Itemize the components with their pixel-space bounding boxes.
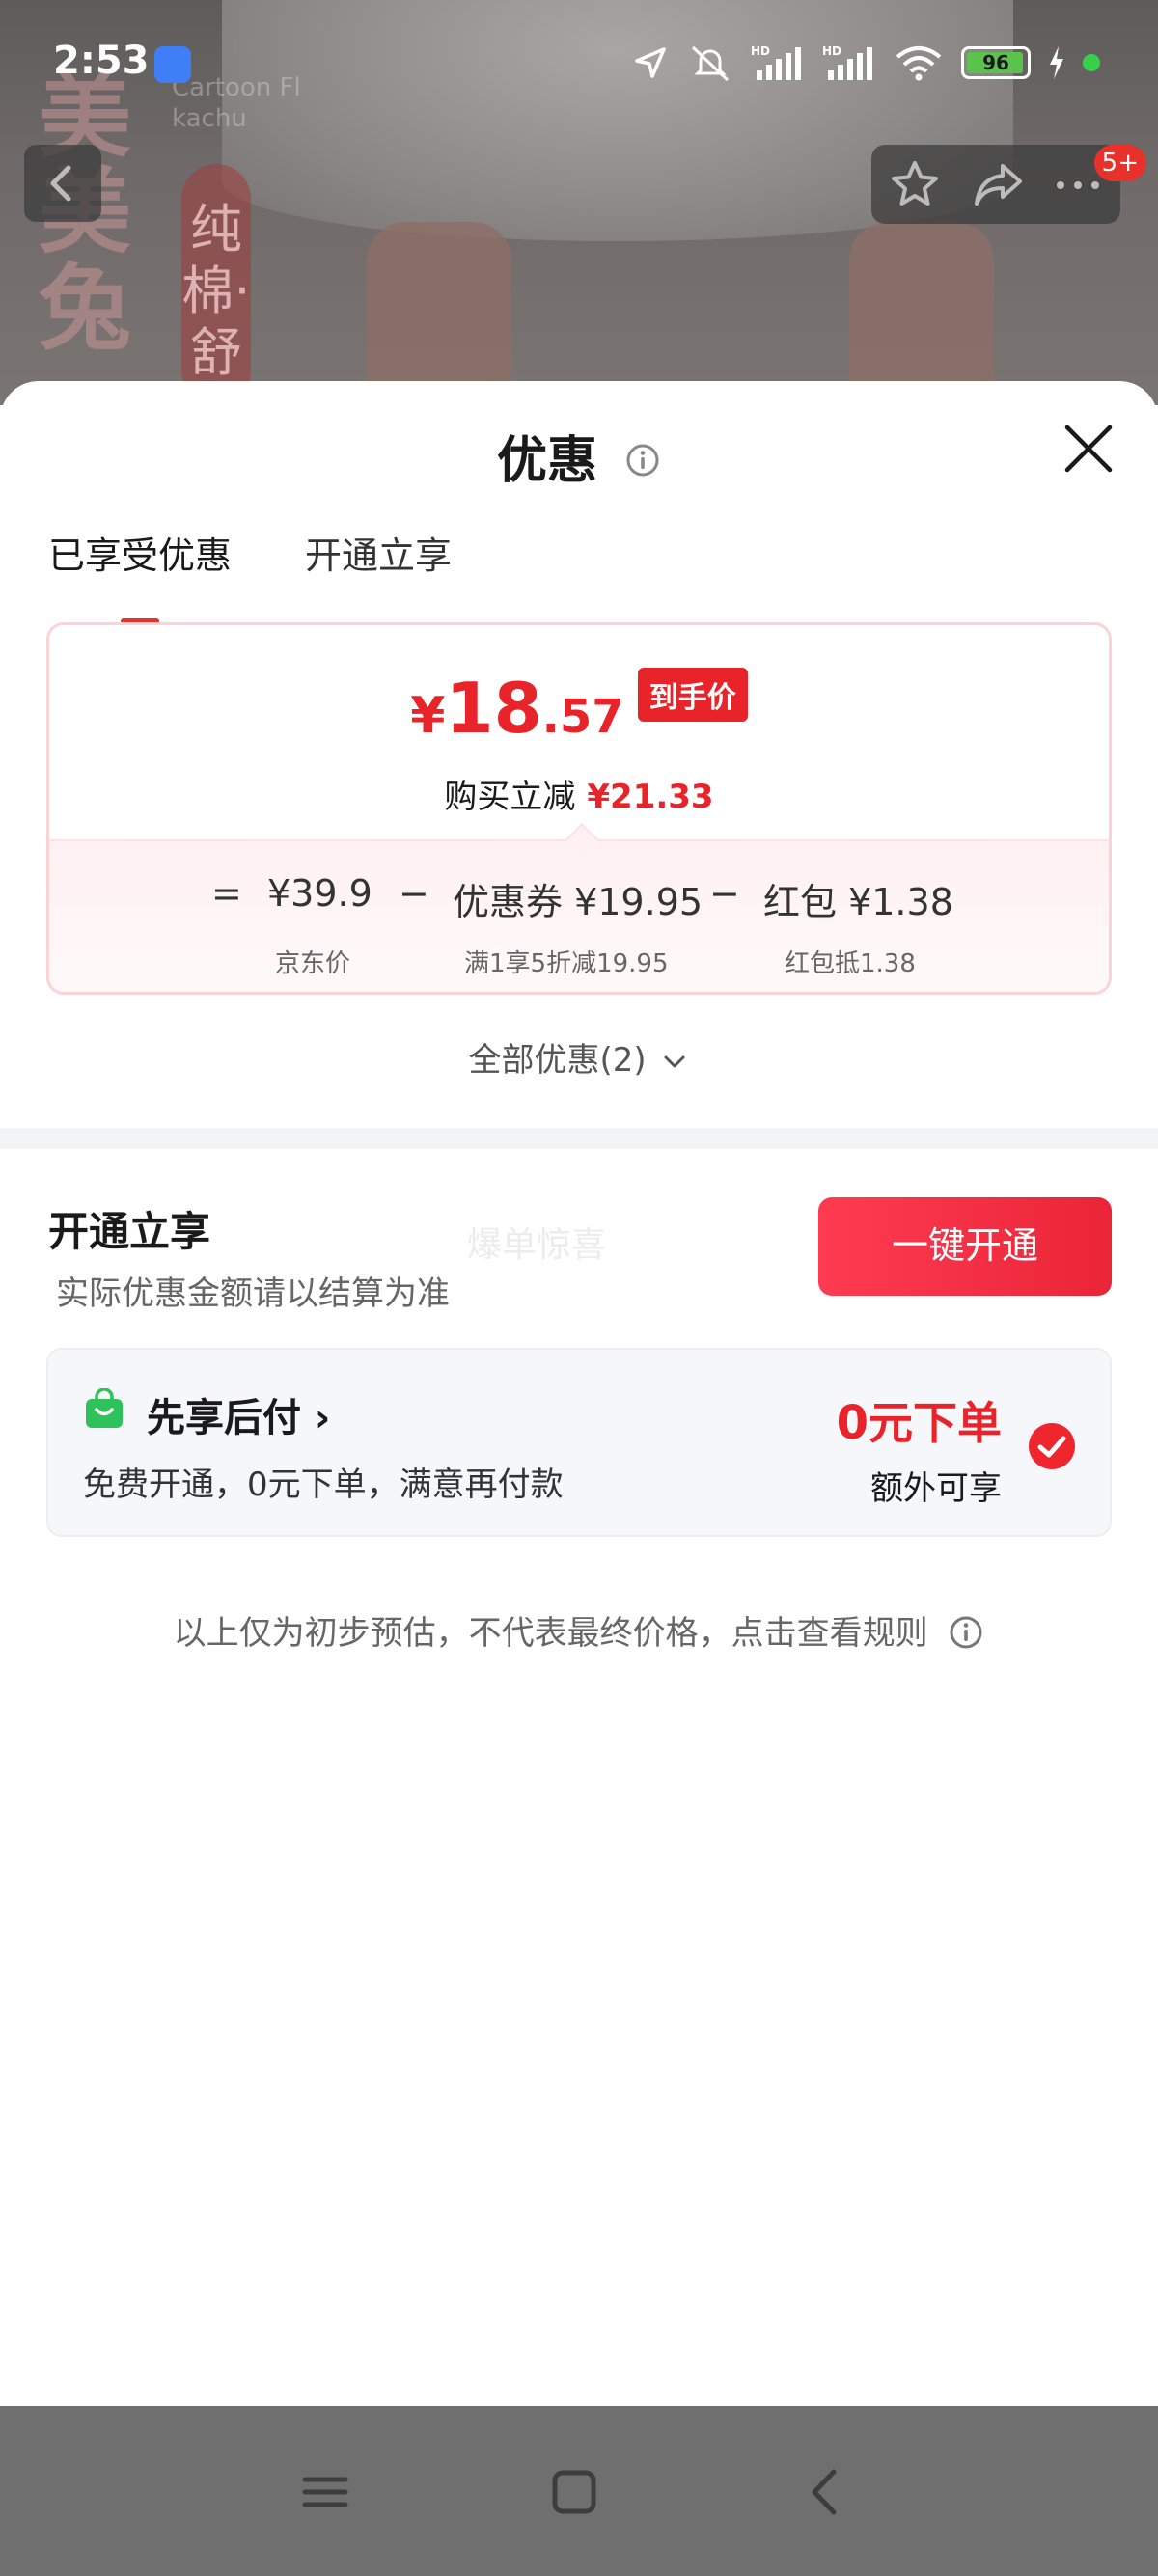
formula-minus-2: − [709,872,740,915]
product-leg-right [849,222,994,405]
svg-text:HD: HD [822,44,841,58]
privacy-indicator-dot [1083,54,1100,71]
pay-later-zero-order: 0元下单 [837,1388,1002,1452]
info-icon [950,1616,982,1648]
section-divider [0,1128,1158,1149]
discount-sheet: 优惠 已享受优惠 开通立享 ¥18.57 到手价 购买立减 ¥21.33 = ¥39… [0,381,1158,2407]
tab-open-enjoy[interactable]: 开通立享 [305,526,452,603]
formula-equals: = [211,872,242,915]
pay-later-zero-digit: 0 [836,1396,868,1450]
price-breakdown-card: ¥18.57 到手价 购买立减 ¥21.33 = ¥39.9 − 优惠券 ¥19.9… [46,622,1112,995]
open-section-title: 开通立享 [48,1208,211,1255]
formula-redpacket-desc: 红包抵1.38 [785,949,916,978]
message-count-badge: 5+ [1093,145,1146,181]
info-icon[interactable] [624,442,661,479]
final-price-badge: 到手价 [637,668,748,722]
battery-level: 96 [982,51,1009,74]
home-square-icon[interactable] [540,2458,608,2526]
formula-coupon-desc: 满1享5折减19.95 [464,949,669,978]
status-time: 2:53 [53,39,150,83]
wifi-icon [896,46,942,81]
signal-hd-2-icon: HD [822,44,872,80]
sheet-title-text: 优惠 [496,432,597,490]
status-icons: HD HD 96 [631,43,1100,82]
instant-discount-row: 购买立减 ¥21.33 [49,770,1109,817]
svg-text:HD: HD [751,44,770,58]
menu-icon[interactable] [291,2458,359,2526]
instant-discount-label: 购买立减 [444,778,576,816]
back-triangle-icon[interactable] [791,2458,859,2526]
pay-later-extra: 额外可享 [870,1469,1002,1508]
price-formula: = ¥39.9 − 优惠券 ¥19.95 − 红包 ¥1.38 [49,872,1109,930]
location-icon [635,47,666,78]
disclaimer-text: 以上仅为初步预估，不代表最终价格，点击查看规则 [173,1614,928,1653]
checkmark-selected-icon[interactable] [1027,1421,1077,1471]
back-button[interactable] [24,145,101,222]
all-discounts-toggle[interactable]: 全部优惠(2) [0,1033,1158,1081]
price-summary: ¥18.57 到手价 购买立减 ¥21.33 [49,625,1109,839]
sheet-title: 优惠 [0,420,1158,492]
status-bar: 2:53 HD HD 96 [0,0,1158,116]
system-navigation-bar [0,2406,1158,2576]
signal-hd-1-icon: HD [751,44,801,80]
chevron-down-icon [664,1055,685,1067]
shopping-bag-icon [86,1388,123,1428]
battery-indicator: 96 [961,46,1031,79]
final-price-decimal: .57 [541,690,624,744]
open-section-faint-text: 爆单惊喜 [467,1225,607,1265]
pay-later-title[interactable]: 先享后付 › [147,1386,330,1442]
open-section-subtitle: 实际优惠金额请以结算为准 [56,1274,450,1313]
final-price-currency: ¥ [410,687,446,745]
tab-enjoyed-discounts[interactable]: 已享受优惠 [48,526,232,624]
one-click-open-button[interactable]: 一键开通 [818,1197,1112,1296]
share-icon[interactable] [972,158,1026,210]
formula-minus-1: − [399,872,429,915]
mute-icon [691,45,730,82]
app-notification-icon [154,46,191,83]
product-leg-left [367,222,511,405]
all-discounts-label: 全部优惠(2) [468,1041,647,1080]
chevron-left-icon [50,165,71,202]
formula-redpacket: 红包 ¥1.38 [763,881,953,923]
pay-later-zero-text: 元下单 [868,1397,1002,1449]
formula-jd-price: ¥39.9 [267,872,372,915]
price-disclaimer[interactable]: 以上仅为初步预估，不代表最终价格，点击查看规则 [0,1606,1158,1654]
close-icon[interactable] [1062,422,1116,476]
top-action-bar [871,145,1120,224]
formula-jd-price-label: 京东价 [275,949,351,978]
final-price: ¥18.57 到手价 [49,668,1109,749]
pay-later-card[interactable]: 先享后付 › 免费开通，0元下单，满意再付款 0元下单 额外可享 [46,1348,1112,1537]
pay-later-description: 免费开通，0元下单，满意再付款 [83,1466,564,1504]
charging-icon [1050,46,1063,79]
formula-coupon: 优惠券 ¥19.95 [453,881,703,923]
price-formula-labels: 京东价 满1享5折减19.95 红包抵1.38 [49,944,1109,982]
final-price-integer: 18 [445,668,542,749]
product-tag-vertical: 纯棉·舒 [181,164,251,405]
star-favorite-icon[interactable] [889,158,941,210]
tab-bar: 已享受优惠 开通立享 [48,526,452,624]
instant-discount-value: ¥21.33 [587,778,714,816]
